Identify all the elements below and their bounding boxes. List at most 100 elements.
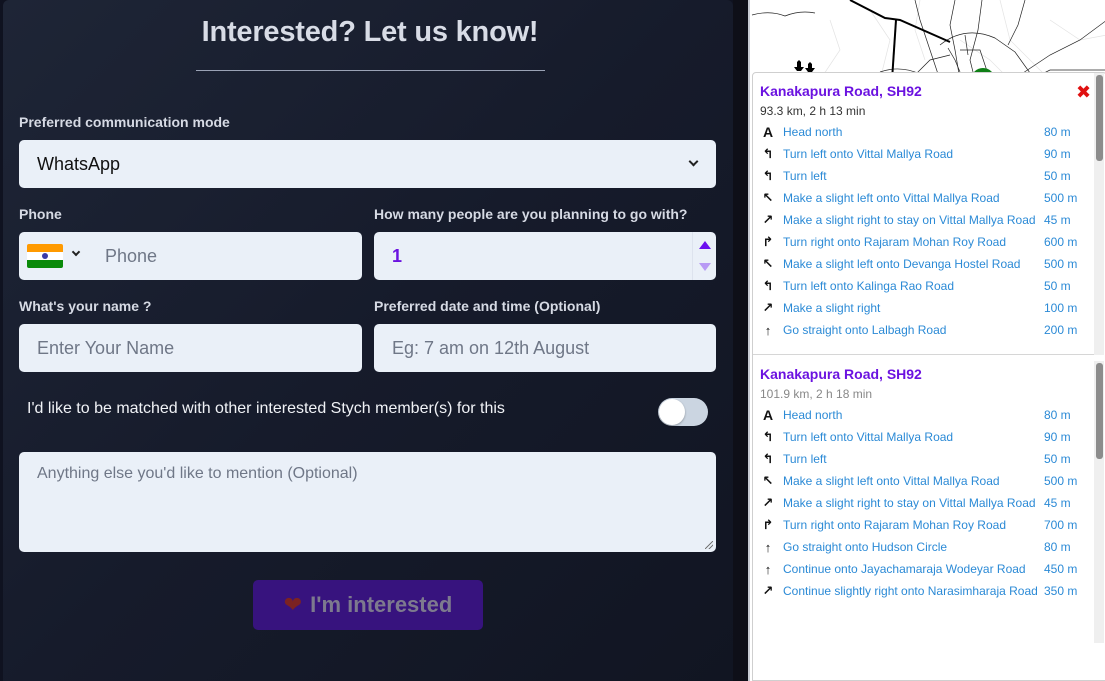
datetime-input[interactable]: Eg: 7 am on 12th August [374,338,589,359]
route-1-scrollbar[interactable] [1094,73,1104,355]
step-instruction[interactable]: Turn left onto Vittal Mallya Road [783,145,1044,163]
direction-step[interactable]: ↰ Turn left 50 m [753,165,1096,187]
im-interested-button[interactable]: ❤ I'm interested [253,580,483,630]
match-toggle[interactable] [658,398,708,426]
map-canvas[interactable] [750,0,1105,80]
direction-step[interactable]: ↖ Make a slight left onto Vittal Mallya R… [753,187,1096,209]
routing-directions-panel[interactable]: Kanakapura Road, SH92 93.3 km, 2 h 13 mi… [752,72,1105,681]
route-summary: 101.9 km, 2 h 18 min [760,387,873,401]
turn-left-icon: ↰ [762,168,774,183]
step-instruction[interactable]: Turn right onto Rajaram Mohan Roy Road [783,516,1044,534]
direction-step[interactable]: ↰ Turn left onto Kalinga Rao Road 50 m [753,275,1096,297]
step-instruction[interactable]: Make a slight right to stay on Vittal Ma… [783,211,1044,229]
country-chevron-down-icon[interactable] [71,247,81,257]
direction-step[interactable]: ↗ Make a slight right to stay on Vittal M… [753,209,1096,231]
map-panel[interactable]: Kanakapura Road, SH92 93.3 km, 2 h 13 mi… [748,0,1105,681]
route-2-scrollbar[interactable] [1094,361,1104,643]
datetime-field[interactable]: Eg: 7 am on 12th August [374,324,716,372]
route-1-scroll-thumb[interactable] [1096,75,1103,161]
turn-right-icon: ↱ [762,234,774,249]
step-distance: 80 m [1044,408,1071,422]
step-instruction[interactable]: Continue onto Jayachamaraja Wodeyar Road [783,560,1044,578]
step-instruction[interactable]: Make a slight left onto Vittal Mallya Ro… [783,189,1044,207]
interest-form-panel: Interested? Let us know! Preferred commu… [3,0,733,681]
step-instruction[interactable]: Make a slight right [783,299,1044,317]
notes-placeholder: Anything else you'd like to mention (Opt… [37,465,358,482]
direction-step[interactable]: ↰ Turn left 50 m [753,448,1096,470]
step-distance: 600 m [1044,235,1078,249]
notes-textarea[interactable]: Anything else you'd like to mention (Opt… [19,452,716,552]
step-distance: 50 m [1044,169,1071,183]
route-alternative-1[interactable]: Kanakapura Road, SH92 93.3 km, 2 h 13 mi… [753,73,1096,355]
direction-step[interactable]: ↰ Turn left onto Vittal Mallya Road 90 m [753,426,1096,448]
step-distance: 700 m [1044,518,1078,532]
india-flag-icon[interactable] [27,244,63,268]
step-instruction[interactable]: Make a slight left onto Devanga Hostel R… [783,255,1044,273]
name-field[interactable]: Enter Your Name [19,324,362,372]
step-instruction[interactable]: Make a slight right to stay on Vittal Ma… [783,494,1044,512]
direction-step[interactable]: ↖ Make a slight left onto Vittal Mallya R… [753,470,1096,492]
depart-icon: A [762,407,774,423]
comm-mode-value: WhatsApp [37,153,121,174]
step-distance: 50 m [1044,452,1071,466]
step-instruction[interactable]: Turn left [783,450,1044,468]
step-instruction[interactable]: Turn left [783,167,1044,185]
step-instruction[interactable]: Make a slight left onto Vittal Mallya Ro… [783,472,1044,490]
direction-step[interactable]: ↑ Continue onto Jayachamaraja Wodeyar Roa… [753,558,1096,580]
step-distance: 45 m [1044,213,1071,227]
step-instruction[interactable]: Turn right onto Rajaram Mohan Roy Road [783,233,1044,251]
step-distance: 350 m [1044,584,1078,598]
route-name: Kanakapura Road, SH92 [760,83,922,99]
direction-step[interactable]: ↗ Continue slightly right onto Narasimhar… [753,580,1096,602]
people-count-stepper[interactable] [692,232,716,280]
phone-field[interactable]: Phone [19,232,362,280]
straight-icon: ↑ [764,322,772,338]
route-2-scroll-thumb[interactable] [1096,363,1103,459]
direction-step[interactable]: ↱ Turn right onto Rajaram Mohan Roy Road 6… [753,231,1096,253]
step-distance: 500 m [1044,257,1078,271]
slight-right-icon: ↗ [762,495,774,510]
form-title: Interested? Let us know! [201,16,539,48]
direction-step[interactable]: ↱ Turn right onto Rajaram Mohan Roy Road 7… [753,514,1096,536]
slight-left-icon: ↖ [762,256,774,271]
straight-icon: ↑ [764,539,772,555]
direction-step[interactable]: ↰ Turn left onto Vittal Mallya Road 90 m [753,143,1096,165]
direction-step[interactable]: ↖ Make a slight left onto Devanga Hostel … [753,253,1096,275]
step-distance: 45 m [1044,496,1071,510]
people-count-input[interactable]: 1 [374,232,716,280]
step-distance: 500 m [1044,474,1078,488]
step-instruction[interactable]: Head north [783,123,1044,141]
direction-step[interactable]: ↑ Go straight onto Hudson Circle 80 m [753,536,1096,558]
decrement-arrow-icon[interactable] [699,263,711,271]
step-instruction[interactable]: Continue slightly right onto Narasimhara… [783,582,1044,600]
step-distance: 80 m [1044,540,1071,554]
direction-step[interactable]: ↗ Make a slight right to stay on Vittal M… [753,492,1096,514]
slight-right-icon: ↗ [762,300,774,315]
route-steps-list: A Head north 80 m ↰ Turn left onto Vittal Ma… [753,121,1096,341]
name-input[interactable]: Enter Your Name [19,338,174,359]
phone-label: Phone [19,206,62,222]
comm-mode-select[interactable]: WhatsApp [19,140,716,188]
turn-left-icon: ↰ [762,146,774,161]
increment-arrow-icon[interactable] [699,241,711,249]
close-icon[interactable]: ✖ [1076,82,1091,103]
phone-input[interactable]: Phone [105,246,157,267]
direction-step[interactable]: A Head north 80 m [753,404,1096,426]
step-instruction[interactable]: Turn left onto Kalinga Rao Road [783,277,1044,295]
direction-step[interactable]: A Head north 80 m [753,121,1096,143]
direction-step[interactable]: ↗ Make a slight right 100 m [753,297,1096,319]
step-distance: 90 m [1044,430,1071,444]
step-instruction[interactable]: Turn left onto Vittal Mallya Road [783,428,1044,446]
direction-step[interactable]: ↑ Go straight onto Lalbagh Road 200 m [753,319,1096,341]
step-instruction[interactable]: Head north [783,406,1044,424]
route-alternative-2[interactable]: Kanakapura Road, SH92 101.9 km, 2 h 18 m… [753,356,1096,680]
step-instruction[interactable]: Go straight onto Lalbagh Road [783,321,1044,339]
toggle-knob [659,399,685,425]
turn-left-icon: ↰ [762,451,774,466]
resize-grip-icon[interactable] [705,541,713,549]
step-distance: 80 m [1044,125,1071,139]
step-instruction[interactable]: Go straight onto Hudson Circle [783,538,1044,556]
title-divider [196,70,545,71]
slight-right-icon: ↗ [762,583,774,598]
step-distance: 500 m [1044,191,1078,205]
